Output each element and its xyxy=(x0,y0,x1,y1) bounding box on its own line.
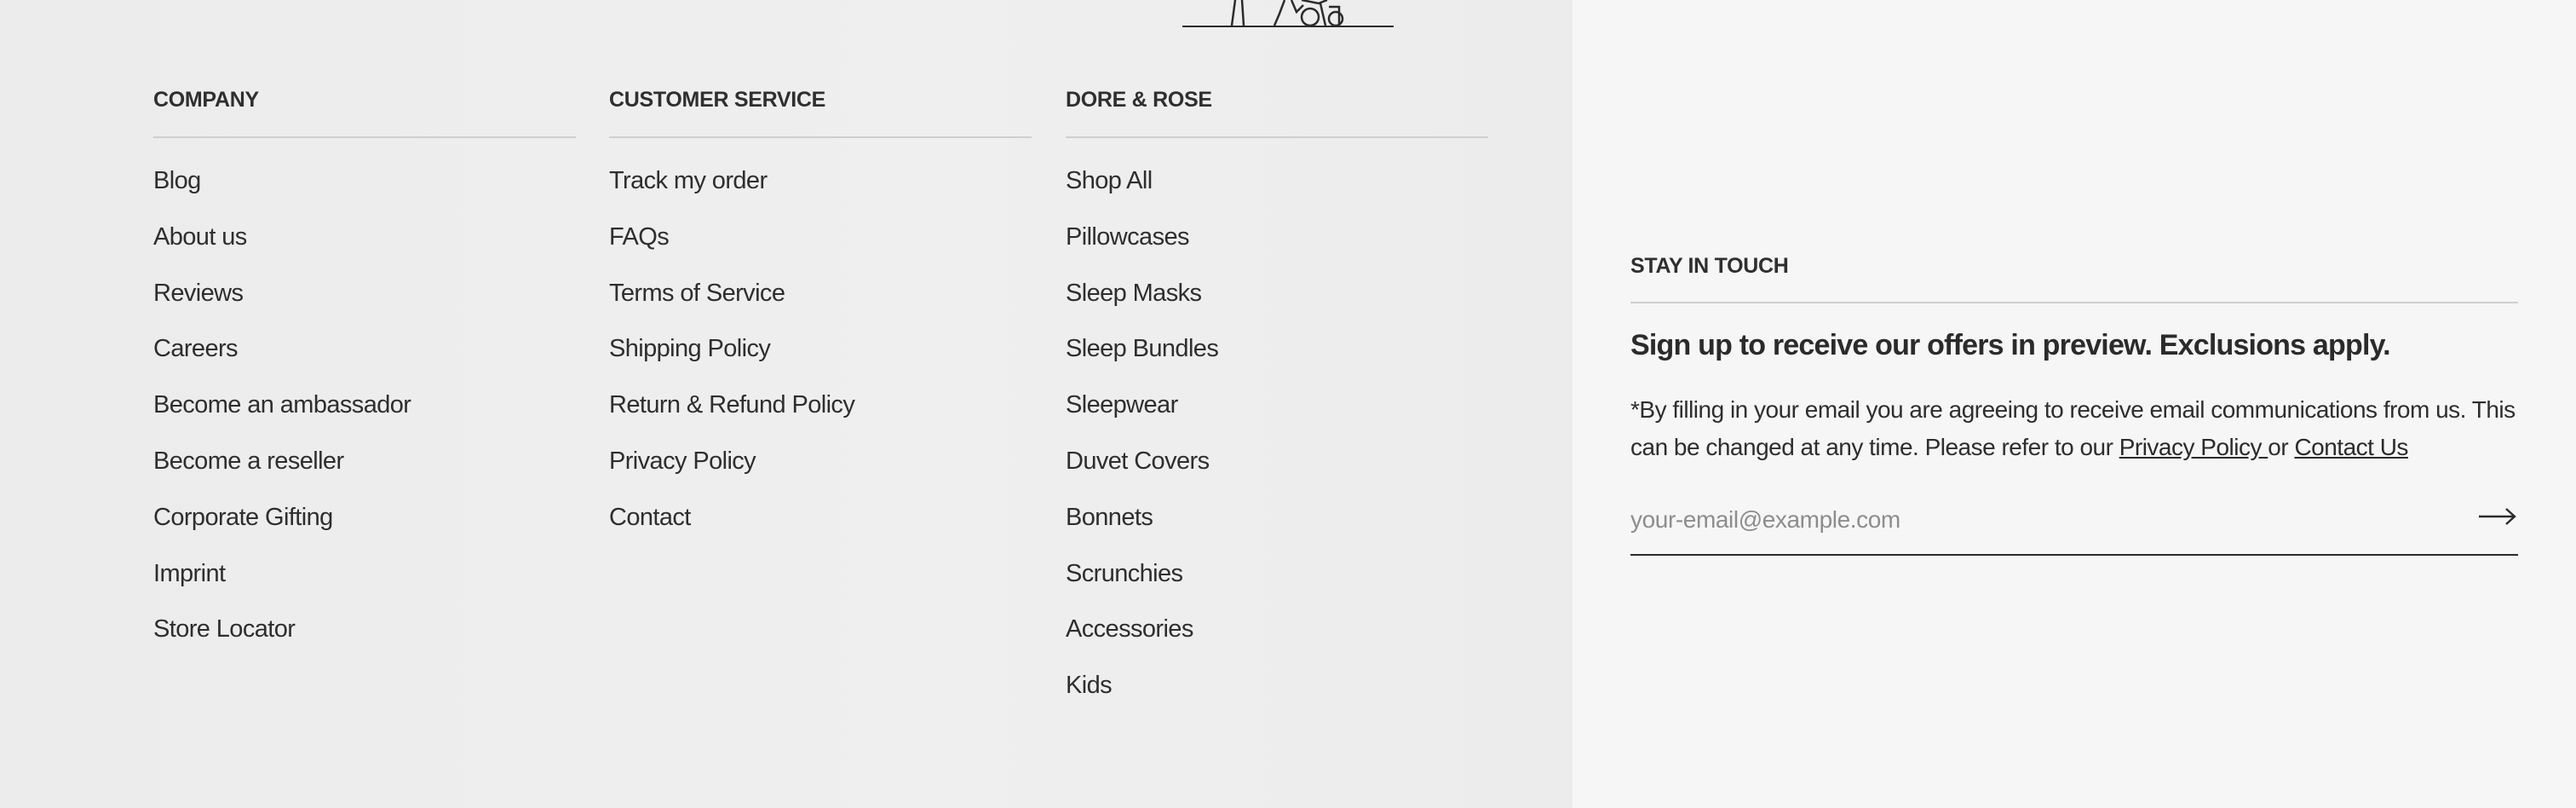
footer-link-terms-of-service[interactable]: Terms of Service xyxy=(609,274,854,331)
arrow-right-icon xyxy=(2479,508,2516,525)
contact-us-link[interactable]: Contact Us xyxy=(2294,434,2408,460)
footer-link-blog[interactable]: Blog xyxy=(153,162,411,218)
newsletter-heading: STAY IN TOUCH xyxy=(1630,254,1789,278)
consent-text-or: or xyxy=(2268,434,2295,460)
footer-link-sleep-masks[interactable]: Sleep Masks xyxy=(1066,274,1218,331)
footer-link-reviews[interactable]: Reviews xyxy=(153,274,411,331)
footer-page: COMPANY Blog About us Reviews Careers Be… xyxy=(0,0,2576,808)
footer-link-sleepwear[interactable]: Sleepwear xyxy=(1066,386,1218,442)
email-input[interactable] xyxy=(1630,496,2448,544)
email-signup-form xyxy=(1630,491,2518,556)
footer-link-privacy-policy[interactable]: Privacy Policy xyxy=(609,442,854,499)
footer-link-return-refund-policy[interactable]: Return & Refund Policy xyxy=(609,386,855,442)
dore-rose-heading: DORE & ROSE xyxy=(1066,88,1212,112)
footer-link-become-reseller[interactable]: Become a reseller xyxy=(153,442,411,499)
footer-link-imprint[interactable]: Imprint xyxy=(153,555,411,611)
newsletter-consent-text: *By filling in your email you are agreei… xyxy=(1630,391,2518,466)
customer-service-links: Track my order FAQs Terms of Service Shi… xyxy=(609,162,855,555)
footer-link-shipping-policy[interactable]: Shipping Policy xyxy=(609,330,854,386)
footer-link-kids[interactable]: Kids xyxy=(1066,667,1218,723)
footer-link-duvet-covers[interactable]: Duvet Covers xyxy=(1066,442,1218,499)
newsletter-divider xyxy=(1630,302,2518,303)
newsletter-submit-button[interactable] xyxy=(2477,499,2518,534)
company-heading: COMPANY xyxy=(153,88,259,112)
footer-link-about-us[interactable]: About us xyxy=(153,218,411,274)
footer-link-become-ambassador[interactable]: Become an ambassador xyxy=(153,386,411,442)
footer-link-contact[interactable]: Contact xyxy=(609,499,854,555)
company-divider xyxy=(153,136,576,138)
footer-link-sleep-bundles[interactable]: Sleep Bundles xyxy=(1066,330,1219,386)
footer-link-careers[interactable]: Careers xyxy=(153,330,411,386)
company-links: Blog About us Reviews Careers Become an … xyxy=(153,162,411,667)
footer-link-pillowcases[interactable]: Pillowcases xyxy=(1066,218,1218,274)
footer-link-accessories[interactable]: Accessories xyxy=(1066,610,1218,667)
dore-rose-links: Shop All Pillowcases Sleep Masks Sleep B… xyxy=(1066,162,1219,723)
footer-link-bonnets[interactable]: Bonnets xyxy=(1066,499,1218,555)
footer-link-track-order[interactable]: Track my order xyxy=(609,162,854,218)
footer-link-store-locator[interactable]: Store Locator xyxy=(153,610,411,667)
footer-link-shop-all[interactable]: Shop All xyxy=(1066,162,1218,218)
dore-rose-divider xyxy=(1066,136,1488,138)
bicycle-illustration xyxy=(1182,0,1394,27)
customer-service-heading: CUSTOMER SERVICE xyxy=(609,88,826,112)
footer-link-scrunchies[interactable]: Scrunchies xyxy=(1066,555,1218,611)
footer-link-faqs[interactable]: FAQs xyxy=(609,218,854,274)
footer-link-corporate-gifting[interactable]: Corporate Gifting xyxy=(153,499,411,555)
newsletter-title: Sign up to receive our offers in preview… xyxy=(1630,329,2391,361)
privacy-policy-link[interactable]: Privacy Policy xyxy=(2119,434,2268,460)
customer-service-divider xyxy=(609,136,1032,138)
